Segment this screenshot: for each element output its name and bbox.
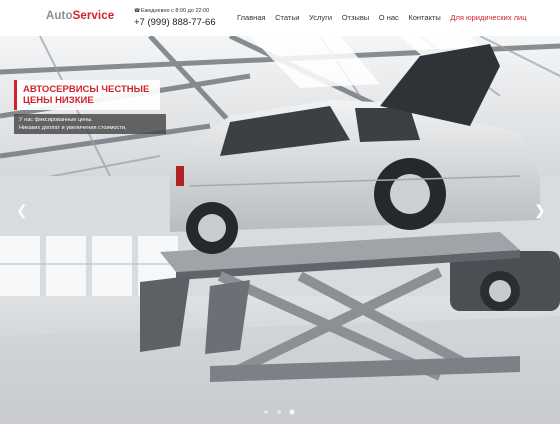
nav-item-reviews[interactable]: Отзывы bbox=[342, 13, 369, 22]
hero-subtitle-line2: Никаких доплат и увеличения стоимости. bbox=[19, 125, 127, 131]
hero-caption: АВТОСЕРВИСЫ ЧЕСТНЫЕ ЦЕНЫ НИЗКИЕ У нас фи… bbox=[14, 80, 166, 134]
logo-part-service: Service bbox=[72, 10, 115, 22]
chevron-right-icon[interactable]: ❯ bbox=[534, 203, 546, 217]
nav-item-articles[interactable]: Статьи bbox=[275, 13, 299, 22]
nav-item-about[interactable]: О нас bbox=[379, 13, 399, 22]
hero-title-line1: АВТОСЕРВИСЫ ЧЕСТНЫЕ bbox=[23, 84, 150, 95]
working-hours-text: Ежедневно с 8:00 до 22:00 bbox=[141, 8, 210, 14]
main-nav: Главная Статьи Услуги Отзывы О нас Конта… bbox=[237, 13, 527, 22]
hero-subtitle: У нас фиксированные цены. Никаких доплат… bbox=[14, 114, 166, 134]
nav-item-legal-entities[interactable]: Для юридических лиц bbox=[450, 13, 526, 22]
nav-item-services[interactable]: Услуги bbox=[309, 13, 332, 22]
nav-item-home[interactable]: Главная bbox=[237, 13, 266, 22]
logo[interactable]: AutoService bbox=[46, 10, 114, 22]
slider-dot[interactable] bbox=[276, 409, 282, 415]
phone-number[interactable]: +7 (999) 888-77-66 bbox=[134, 17, 216, 28]
slider-dot[interactable] bbox=[263, 409, 269, 415]
slider-dots bbox=[263, 409, 295, 415]
hero-subtitle-line1: У нас фиксированные цены. bbox=[19, 117, 93, 123]
phone-icon: ☎ bbox=[134, 8, 141, 14]
working-hours: ☎Ежедневно с 8:00 до 22:00 bbox=[134, 8, 209, 14]
nav-item-contacts[interactable]: Контакты bbox=[408, 13, 440, 22]
logo-part-auto: Auto bbox=[46, 10, 73, 22]
chevron-left-icon[interactable]: ❮ bbox=[16, 203, 28, 217]
hero-title-box: АВТОСЕРВИСЫ ЧЕСТНЫЕ ЦЕНЫ НИЗКИЕ bbox=[14, 80, 160, 110]
slider-dot-active[interactable] bbox=[289, 409, 295, 415]
hero-title-line2: ЦЕНЫ НИЗКИЕ bbox=[23, 95, 94, 106]
hero-slider: АВТОСЕРВИСЫ ЧЕСТНЫЕ ЦЕНЫ НИЗКИЕ У нас фи… bbox=[0, 36, 560, 424]
site-header: AutoService ☎Ежедневно с 8:00 до 22:00 +… bbox=[0, 0, 560, 36]
